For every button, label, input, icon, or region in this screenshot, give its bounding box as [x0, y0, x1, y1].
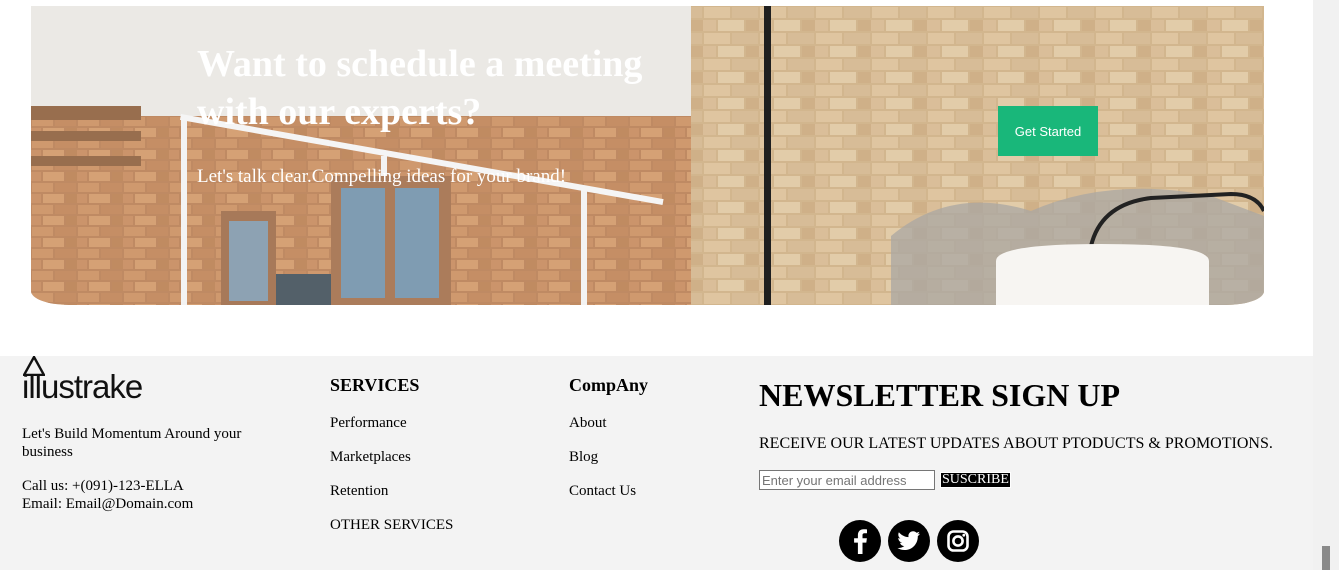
scrollbar-thumb[interactable] — [1322, 546, 1330, 570]
contact-info: Call us: +(091)-123-ELLA Email: Email@Do… — [22, 477, 193, 513]
banner-subtitle: Let's talk clear.Compelling ideas for yo… — [197, 166, 567, 187]
banner-title: Want to schedule a meeting with our expe… — [197, 40, 717, 136]
instagram-icon[interactable] — [937, 520, 979, 562]
newsletter-heading: NEWSLETTER SIGN UP — [759, 377, 1120, 413]
cta-banner: Want to schedule a meeting with our expe… — [31, 6, 1264, 305]
footer-link-contact-us[interactable]: Contact Us — [569, 483, 636, 500]
page-scrollbar[interactable] — [1313, 0, 1339, 570]
site-footer: illustrake Let's Build Momentum Around y… — [0, 356, 1313, 570]
subscribe-button[interactable]: SUSCRIBE — [940, 472, 1011, 488]
services-heading: SERVICES — [330, 375, 420, 395]
get-started-button[interactable]: Get Started — [998, 106, 1098, 156]
banner-title-line1: Want to schedule a meeting — [197, 43, 643, 85]
newsletter-email-input[interactable] — [759, 470, 935, 490]
footer-link-about[interactable]: About — [569, 415, 607, 432]
twitter-icon[interactable] — [888, 520, 930, 562]
footer-link-blog[interactable]: Blog — [569, 449, 598, 466]
brand-name: illustrake — [22, 368, 143, 405]
contact-email: Email: Email@Domain.com — [22, 496, 194, 512]
brand-tagline: Let's Build Momentum Around your busines… — [22, 426, 242, 460]
banner-title-line2: with our experts? — [197, 91, 482, 133]
footer-link-performance[interactable]: Performance — [330, 415, 407, 432]
company-heading: CompAny — [569, 375, 649, 395]
footer-link-other-services[interactable]: OTHER SERVICES — [330, 517, 453, 534]
footer-link-marketplaces[interactable]: Marketplaces — [330, 449, 411, 466]
facebook-icon[interactable] — [839, 520, 881, 562]
footer-link-retention[interactable]: Retention — [330, 483, 388, 500]
brand-logo[interactable]: illustrake — [22, 356, 162, 406]
newsletter-subtitle: RECEIVE OUR LATEST UPDATES ABOUT PTODUCT… — [759, 435, 1273, 452]
contact-phone: Call us: +(091)-123-ELLA — [22, 478, 184, 494]
